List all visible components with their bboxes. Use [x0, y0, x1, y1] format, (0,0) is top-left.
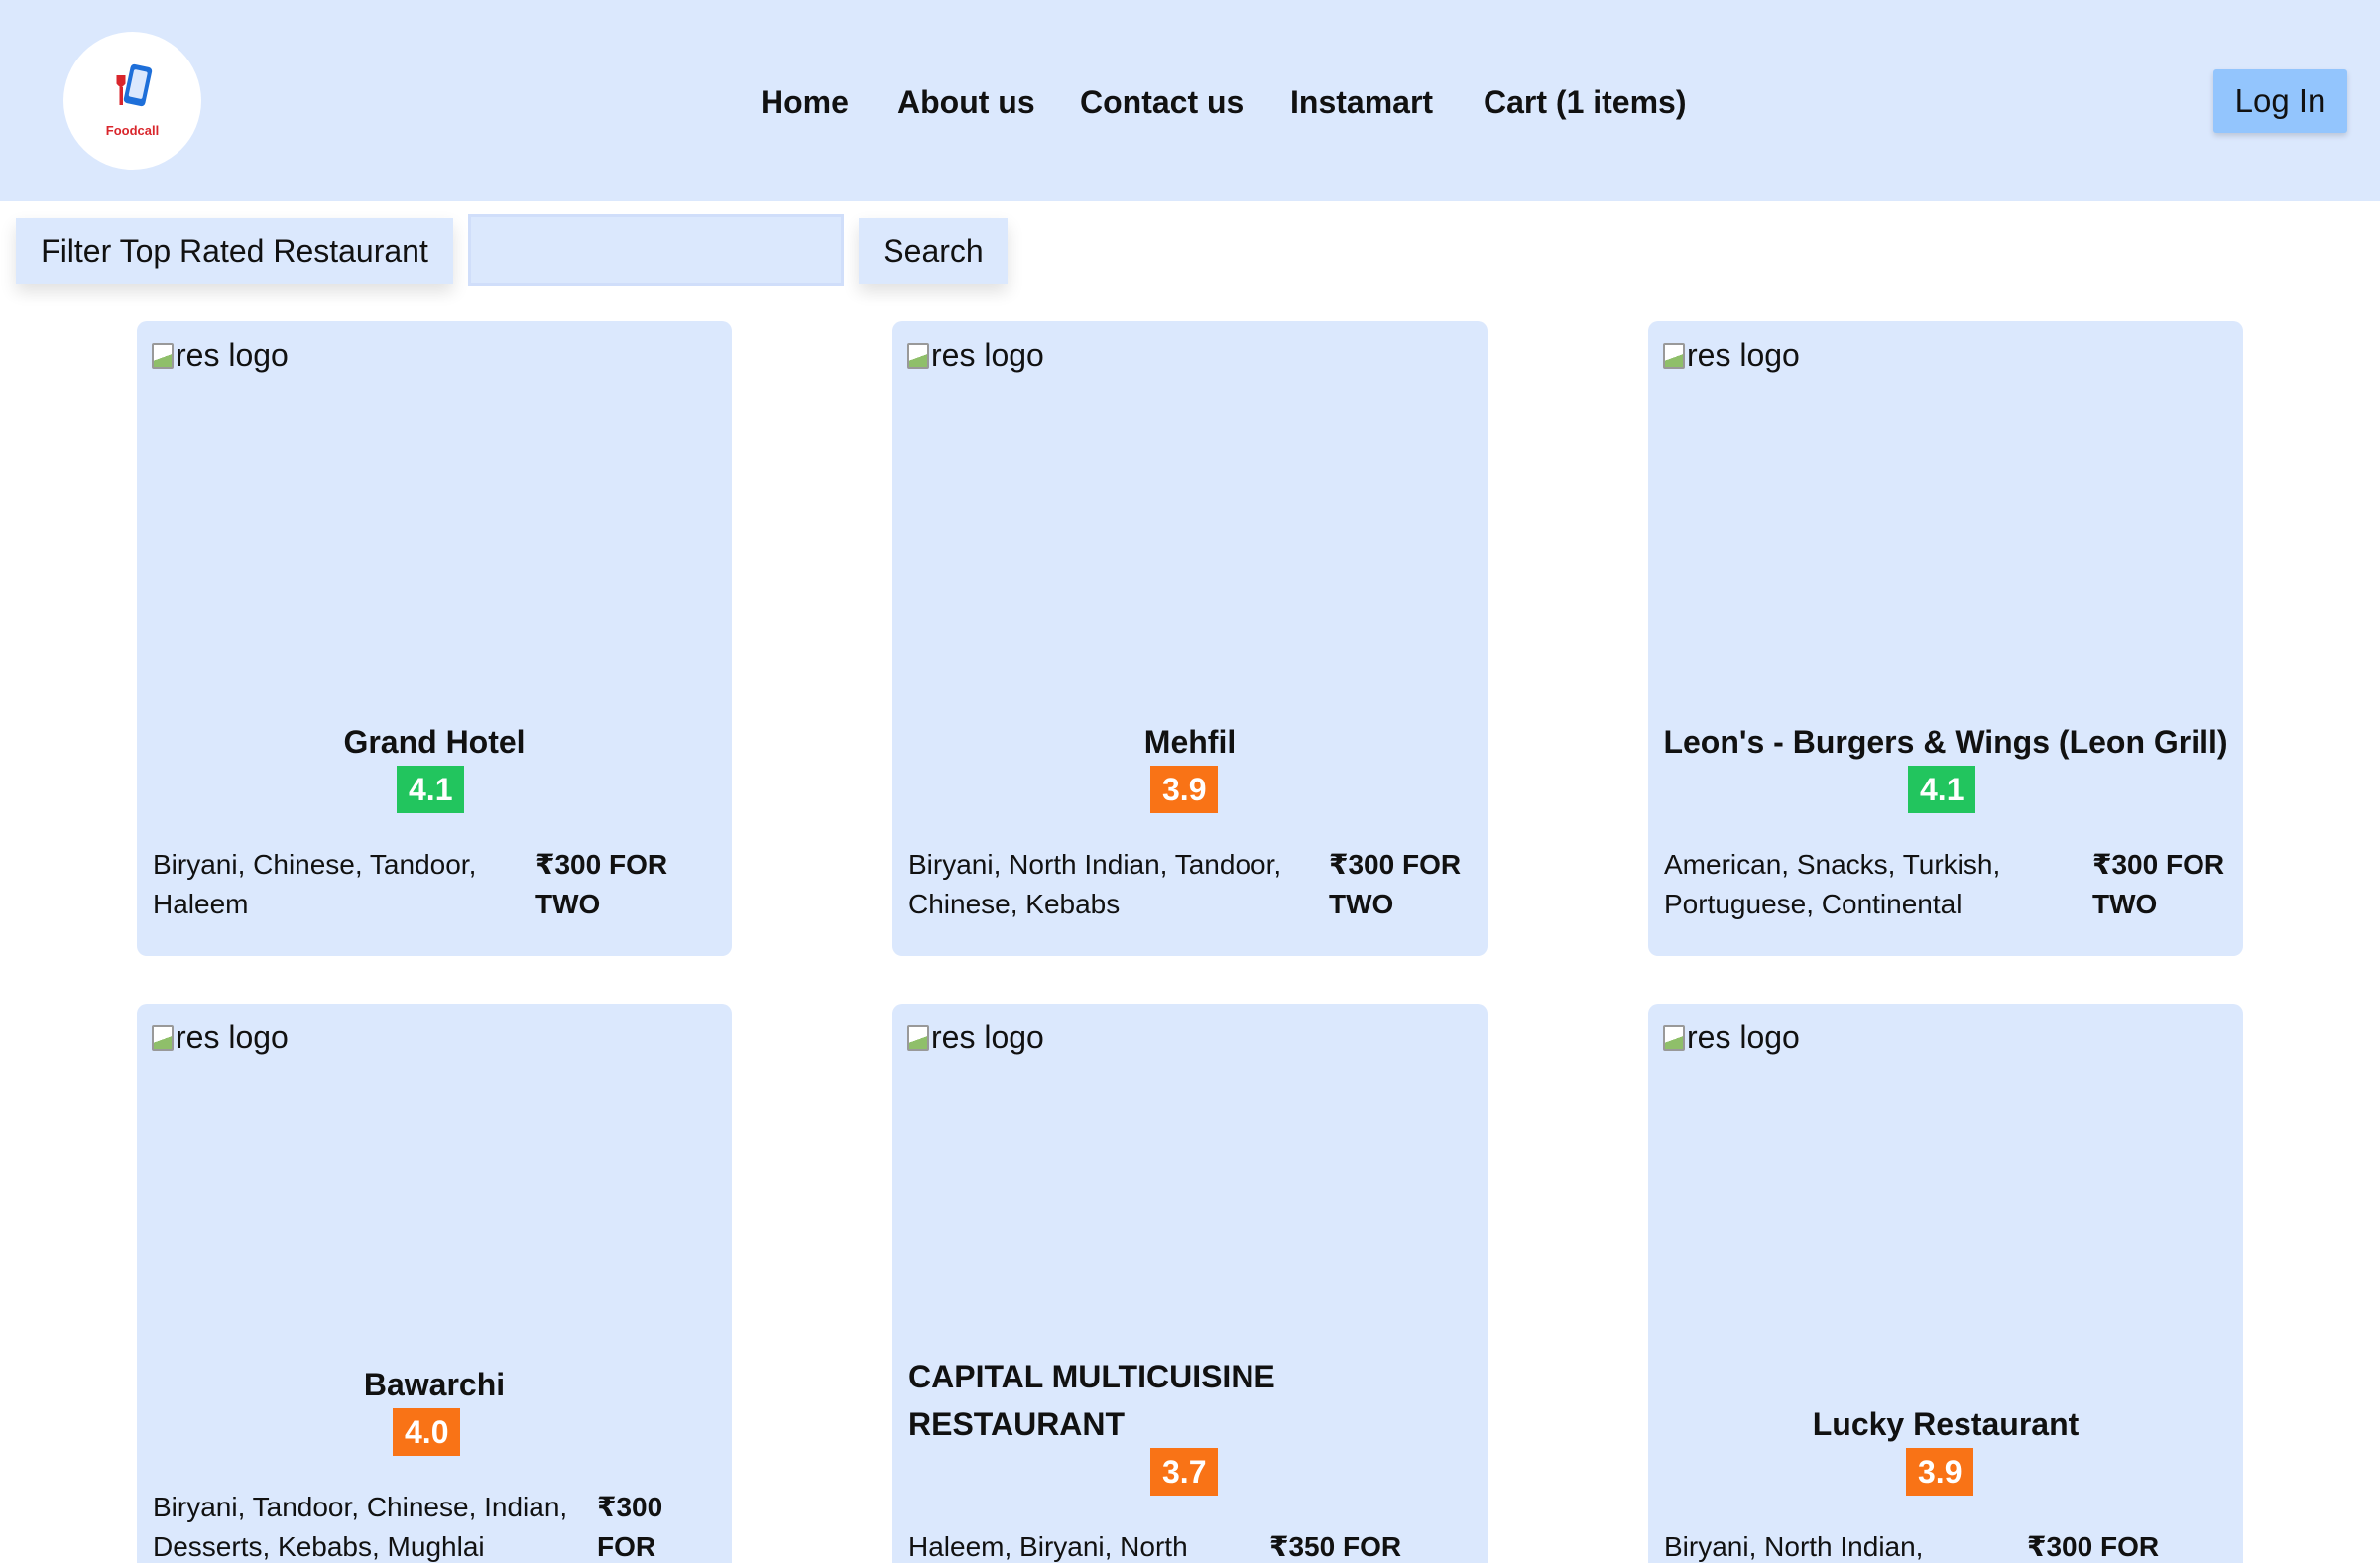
nav-contact-us[interactable]: Contact us — [1080, 79, 1244, 125]
restaurant-cuisines: Biryani, Chinese, Tandoor, Haleem — [153, 849, 477, 919]
restaurant-card[interactable]: res logo Lucky Restaurant 3.9 Biryani, N… — [1648, 1004, 2243, 1563]
image-alt-text: res logo — [931, 1020, 1044, 1055]
header: Foodcall Home About us Contact us Instam… — [0, 0, 2380, 201]
restaurant-image: res logo — [152, 337, 289, 374]
main-nav: Home About us Contact us Instamart Cart … — [0, 79, 2380, 125]
restaurant-cost: ₹300 FOR — [597, 1492, 663, 1562]
broken-image-icon — [1663, 342, 1685, 369]
restaurant-card[interactable]: res logo Mehfil 3.9 Biryani, North India… — [892, 321, 1488, 956]
rating-badge: 4.1 — [1908, 766, 1976, 813]
restaurant-name: Mehfil — [1143, 724, 1237, 760]
logo-text: Foodcall — [105, 123, 160, 138]
restaurant-image: res logo — [907, 1020, 1044, 1056]
restaurant-name: CAPITAL MULTICUISINE RESTAURANT — [908, 1359, 1275, 1442]
restaurant-card[interactable]: res logo CAPITAL MULTICUISINE RESTAURANT… — [892, 1004, 1488, 1563]
broken-image-icon — [152, 1024, 174, 1051]
image-alt-text: res logo — [1687, 337, 1800, 373]
restaurant-cost: ₹300 FOR TWO — [2092, 849, 2225, 919]
restaurant-cuisines: Biryani, Tandoor, Chinese, Indian, Desse… — [153, 1492, 568, 1562]
restaurant-cuisines: Biryani, North Indian, — [1664, 1531, 1924, 1562]
filter-top-rated-button[interactable]: Filter Top Rated Restaurant — [16, 218, 453, 284]
restaurant-image: res logo — [1663, 337, 1800, 374]
rating-badge: 3.9 — [1150, 766, 1219, 813]
restaurant-name: Bawarchi — [363, 1367, 506, 1402]
nav-instamart[interactable]: Instamart — [1290, 79, 1433, 125]
broken-image-icon — [1663, 1024, 1685, 1051]
nav-about-us[interactable]: About us — [897, 79, 1035, 125]
rating-badge: 4.0 — [393, 1408, 461, 1456]
restaurant-name: Leon's - Burgers & Wings (Leon Grill) — [1663, 724, 2228, 760]
restaurant-cuisines: American, Snacks, Turkish, Portuguese, C… — [1664, 849, 2001, 919]
restaurant-cost: ₹350 FOR — [1269, 1531, 1402, 1562]
restaurant-cuisines: Biryani, North Indian, Tandoor, Chinese,… — [908, 849, 1282, 919]
broken-image-icon — [152, 342, 174, 369]
restaurant-image: res logo — [907, 337, 1044, 374]
restaurant-cost: ₹300 FOR TWO — [1329, 849, 1462, 919]
login-button[interactable]: Log In — [2213, 69, 2347, 133]
restaurant-card[interactable]: res logo Leon's - Burgers & Wings (Leon … — [1648, 321, 2243, 956]
broken-image-icon — [907, 342, 929, 369]
broken-image-icon — [907, 1024, 929, 1051]
restaurant-card[interactable]: res logo Bawarchi 4.0 Biryani, Tandoor, … — [137, 1004, 732, 1563]
restaurant-image: res logo — [152, 1020, 289, 1056]
rating-badge: 3.7 — [1150, 1448, 1219, 1496]
restaurant-cuisines: Haleem, Biryani, North — [908, 1531, 1188, 1562]
nav-cart[interactable]: Cart (1 items) — [1484, 79, 1687, 125]
search-input[interactable] — [468, 214, 844, 286]
restaurant-name: Grand Hotel — [343, 724, 526, 760]
image-alt-text: res logo — [176, 337, 289, 373]
restaurant-image: res logo — [1663, 1020, 1800, 1056]
restaurant-cost: ₹300 FOR — [2027, 1531, 2160, 1562]
image-alt-text: res logo — [176, 1020, 289, 1055]
rating-badge: 4.1 — [397, 766, 465, 813]
restaurant-card[interactable]: res logo Grand Hotel 4.1 Biryani, Chines… — [137, 321, 732, 956]
restaurant-cost: ₹300 FOR TWO — [536, 849, 668, 919]
nav-home[interactable]: Home — [761, 79, 849, 125]
image-alt-text: res logo — [931, 337, 1044, 373]
image-alt-text: res logo — [1687, 1020, 1800, 1055]
search-button[interactable]: Search — [859, 218, 1008, 284]
rating-badge: 3.9 — [1906, 1448, 1974, 1496]
restaurant-name: Lucky Restaurant — [1812, 1406, 2080, 1442]
